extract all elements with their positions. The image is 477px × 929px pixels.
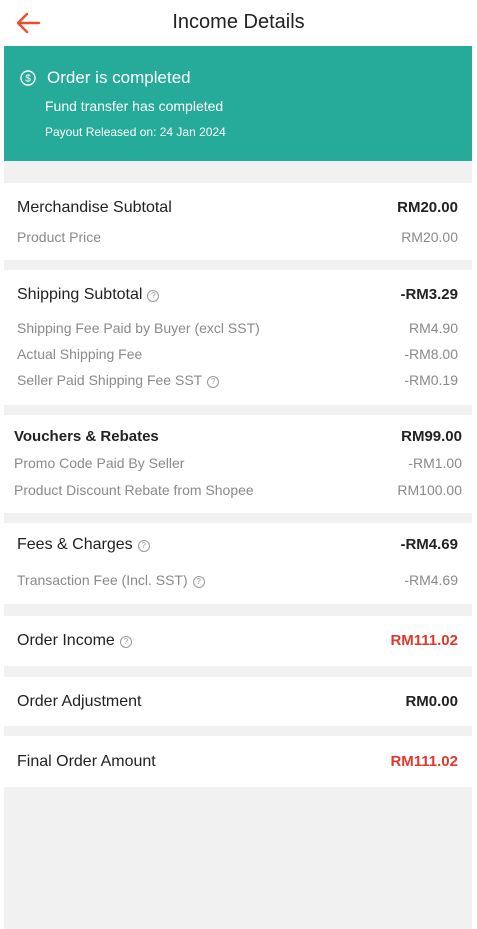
- svg-text:$: $: [25, 74, 31, 85]
- actual-shipping-fee-value: -RM8.00: [404, 346, 458, 362]
- vouchers-rebates-value: RM99.00: [401, 428, 462, 445]
- divider: [4, 260, 472, 270]
- final-order-amount-label: Final Order Amount: [17, 753, 156, 770]
- help-icon[interactable]: ?: [207, 376, 220, 388]
- divider: [4, 513, 472, 523]
- order-adjustment-value: RM0.00: [405, 693, 458, 710]
- help-icon[interactable]: ?: [192, 576, 205, 588]
- order-status: Order is completed: [47, 68, 191, 87]
- divider: [4, 604, 472, 616]
- fees-charges-value: -RM4.69: [400, 536, 458, 553]
- help-icon[interactable]: ?: [119, 636, 132, 648]
- order-adjustment-section: Order Adjustment RM0.00: [4, 677, 472, 726]
- vouchers-section: Vouchers & Rebates RM99.00 Promo Code Pa…: [4, 415, 472, 513]
- shipping-subtotal-label: Shipping Subtotal: [17, 286, 143, 303]
- promo-code-label: Promo Code Paid By Seller: [14, 455, 185, 471]
- final-order-amount-value: RM111.02: [390, 753, 458, 770]
- divider: [4, 161, 472, 183]
- transaction-fee-value: -RM4.69: [404, 572, 458, 588]
- divider: [4, 666, 472, 677]
- help-icon[interactable]: ?: [147, 290, 160, 302]
- seller-shipping-sst-value: -RM0.19: [404, 372, 458, 388]
- shipping-section: Shipping Subtotal? -RM3.29 Shipping Fee …: [4, 270, 472, 405]
- product-price-value: RM20.00: [401, 229, 458, 245]
- order-status-banner: $ Order is completed Fund transfer has c…: [4, 46, 472, 161]
- final-order-amount-section: Final Order Amount RM111.02: [4, 736, 472, 787]
- product-price-label: Product Price: [17, 229, 102, 245]
- promo-code-value: -RM1.00: [408, 455, 462, 471]
- divider: [4, 405, 472, 415]
- help-icon[interactable]: ?: [137, 540, 150, 552]
- discount-rebate-value: RM100.00: [397, 482, 462, 498]
- merchandise-subtotal-value: RM20.00: [397, 199, 458, 216]
- fees-charges-label: Fees & Charges: [17, 536, 133, 553]
- vouchers-rebates-label: Vouchers & Rebates: [14, 428, 159, 445]
- top-bar: Income Details: [0, 0, 477, 46]
- seller-shipping-sst-label: Seller Paid Shipping Fee SST: [17, 372, 203, 388]
- shipping-subtotal-value: -RM3.29: [400, 286, 458, 303]
- fund-transfer-status: Fund transfer has completed: [45, 98, 224, 114]
- buyer-shipping-fee-label: Shipping Fee Paid by Buyer (excl SST): [17, 320, 260, 336]
- merchandise-subtotal-label: Merchandise Subtotal: [17, 199, 172, 216]
- buyer-shipping-fee-value: RM4.90: [408, 320, 458, 336]
- transaction-fee-label: Transaction Fee (Incl. SST): [17, 572, 188, 588]
- dollar-circle-icon: $: [20, 70, 36, 86]
- actual-shipping-fee-label: Actual Shipping Fee: [17, 346, 143, 362]
- order-adjustment-label: Order Adjustment: [17, 693, 142, 710]
- divider: [4, 726, 472, 736]
- empty-area: [4, 787, 472, 929]
- merchandise-section: Merchandise Subtotal RM20.00 Product Pri…: [4, 183, 472, 260]
- fees-section: Fees & Charges? -RM4.69 Transaction Fee …: [4, 523, 472, 604]
- discount-rebate-label: Product Discount Rebate from Shopee: [14, 482, 254, 498]
- order-income-label: Order Income: [17, 632, 115, 649]
- order-income-value: RM111.02: [390, 632, 458, 649]
- order-income-section: Order Income? RM111.02: [4, 616, 472, 666]
- payout-date: Payout Released on: 24 Jan 2024: [45, 125, 226, 139]
- page-title: Income Details: [172, 11, 305, 33]
